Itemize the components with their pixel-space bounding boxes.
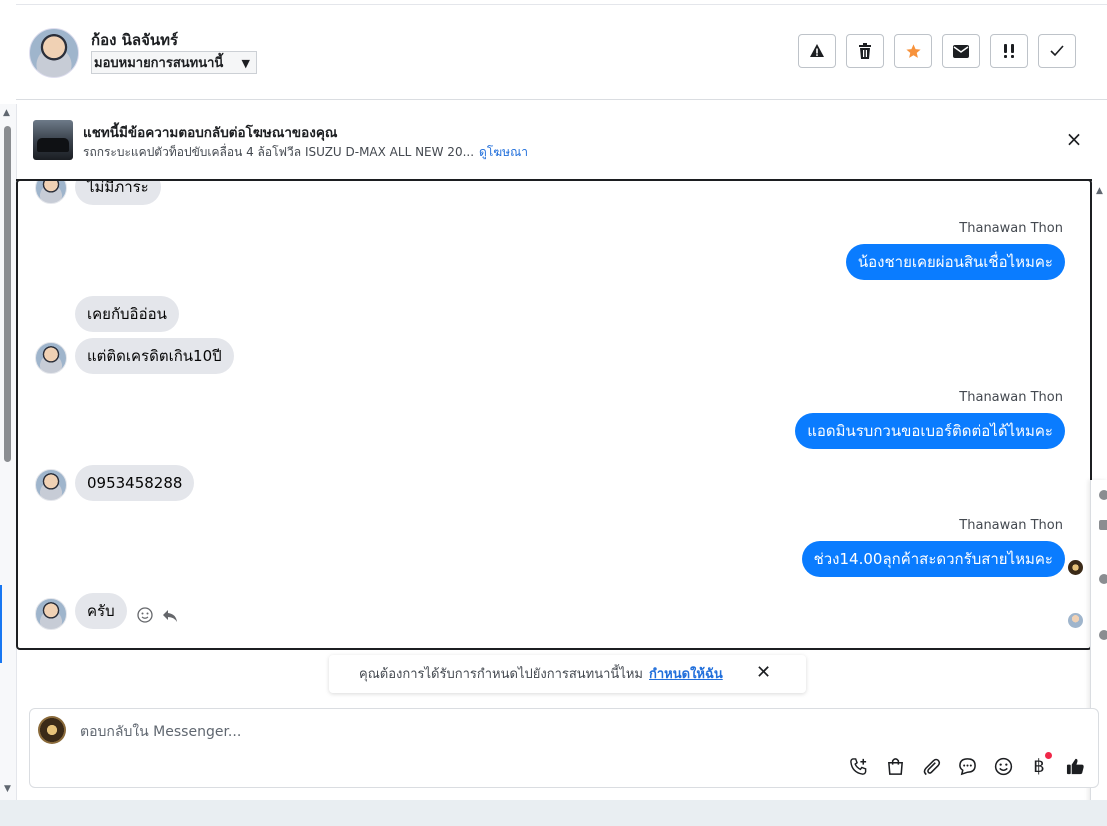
- emoji-icon: [994, 757, 1012, 775]
- alert-icon: [810, 44, 824, 57]
- page-scrollbar[interactable]: ▲: [0, 104, 17, 800]
- contact-avatar-small: [35, 342, 67, 374]
- assign-to-me-link[interactable]: กำหนดให้ฉัน: [649, 667, 723, 682]
- outgoing-message[interactable]: น้องชายเคยผ่อนสินเชื่อไหมคะ: [845, 244, 1065, 280]
- assign-prompt-toast: คุณต้องการได้รับการกำหนดไปยังการสนทนานี้…: [329, 655, 806, 693]
- page-avatar: [38, 716, 66, 744]
- check-icon: [1050, 45, 1064, 57]
- incoming-message[interactable]: แต่ติดเครดิตเกิน10ปี: [75, 338, 234, 374]
- contact-avatar-small: [35, 598, 67, 630]
- mail-icon: [953, 44, 969, 58]
- thread-border-top: [16, 179, 1092, 181]
- assign-select-value: มอบหมายการสนทนานี้: [94, 56, 224, 71]
- peek-avatar: [1099, 630, 1107, 640]
- thread-scroll-up-icon[interactable]: ▲: [1096, 186, 1103, 196]
- mark-done-button[interactable]: [1038, 34, 1076, 68]
- contact-avatar[interactable]: [29, 28, 79, 78]
- page-read-receipt: [1068, 560, 1083, 575]
- priority-icon: [1004, 44, 1014, 58]
- peek-avatar: [1099, 490, 1107, 500]
- reply-icon: [163, 610, 177, 622]
- outgoing-message[interactable]: ช่วง14.00ลุกค้าสะดวกรับสายไหมคะ: [801, 541, 1065, 577]
- contact-avatar-small: [35, 469, 67, 501]
- sender-name: Thanawan Thon: [959, 221, 1063, 236]
- follow-up-button[interactable]: [990, 34, 1028, 68]
- active-indicator: [0, 585, 2, 663]
- incoming-message[interactable]: เคยกับอิอ่อน: [75, 296, 179, 332]
- emoji-button[interactable]: [992, 755, 1014, 777]
- contact-name[interactable]: ก้อง นิลจันทร์: [91, 28, 178, 52]
- assign-prompt-text: คุณต้องการได้รับการกำหนดไปยังการสนทนานี้…: [359, 667, 643, 682]
- star-icon: [905, 43, 921, 58]
- contact-read-receipt: [1068, 613, 1083, 628]
- call-button[interactable]: [847, 755, 869, 777]
- assign-prompt: คุณต้องการได้รับการกำหนดไปยังการสนทนานี้…: [359, 663, 723, 684]
- add-call-icon: [849, 757, 866, 775]
- attachment-icon: [923, 758, 940, 775]
- mark-spam-button[interactable]: [798, 34, 836, 68]
- smiley-icon: [137, 607, 153, 623]
- view-ad-link[interactable]: ดูโฆษณา: [479, 145, 528, 159]
- reply-button[interactable]: [162, 608, 178, 627]
- outgoing-message[interactable]: แอดมินรบกวนขอเบอร์ติดต่อได้ไหมคะ: [795, 413, 1065, 449]
- close-icon[interactable]: ✕: [756, 662, 771, 683]
- incoming-message[interactable]: 0953458288: [75, 465, 195, 501]
- scroll-up-arrow-icon[interactable]: ▲: [3, 108, 10, 118]
- scroll-down-arrow-icon[interactable]: ▼: [4, 784, 11, 794]
- page-scrollbar-thumb[interactable]: [4, 126, 11, 462]
- ad-description-text: รถกระบะแคปตัวท็อปขับเคลื่อน 4 ล้อโฟวีล I…: [83, 145, 475, 159]
- thumbs-up-icon: [1066, 758, 1084, 774]
- like-button[interactable]: [1064, 755, 1086, 777]
- caret-down-icon: ▼: [241, 57, 250, 70]
- shop-button[interactable]: [884, 755, 906, 777]
- incoming-message[interactable]: ครับ: [75, 593, 127, 629]
- delete-button[interactable]: [846, 34, 884, 68]
- peek-avatar: [1099, 574, 1107, 584]
- notification-dot: [1045, 752, 1052, 759]
- trash-icon: [859, 43, 871, 59]
- reply-input[interactable]: [78, 719, 782, 745]
- saved-replies-button[interactable]: [956, 755, 978, 777]
- thread-top-mask: [18, 160, 1090, 181]
- react-button[interactable]: [137, 607, 153, 627]
- sender-name: Thanawan Thon: [959, 390, 1063, 405]
- ad-thumbnail[interactable]: [33, 120, 73, 160]
- bottom-strip: [0, 800, 1107, 826]
- baht-icon: ฿: [1033, 755, 1045, 777]
- ad-banner-title: แชทนี้มีข้อความตอบกลับต่อโฆษณาของคุณ: [83, 125, 338, 141]
- assign-conversation-select[interactable]: มอบหมายการสนทนานี้ ▼: [91, 51, 257, 74]
- shopping-bag-icon: [887, 757, 903, 775]
- saved-reply-icon: [958, 757, 976, 775]
- close-icon[interactable]: ×: [1064, 129, 1084, 149]
- sender-name: Thanawan Thon: [959, 518, 1063, 533]
- attach-button[interactable]: [920, 755, 942, 777]
- peek-avatar: [1099, 520, 1107, 530]
- mark-unread-button[interactable]: [942, 34, 980, 68]
- star-button[interactable]: [894, 34, 932, 68]
